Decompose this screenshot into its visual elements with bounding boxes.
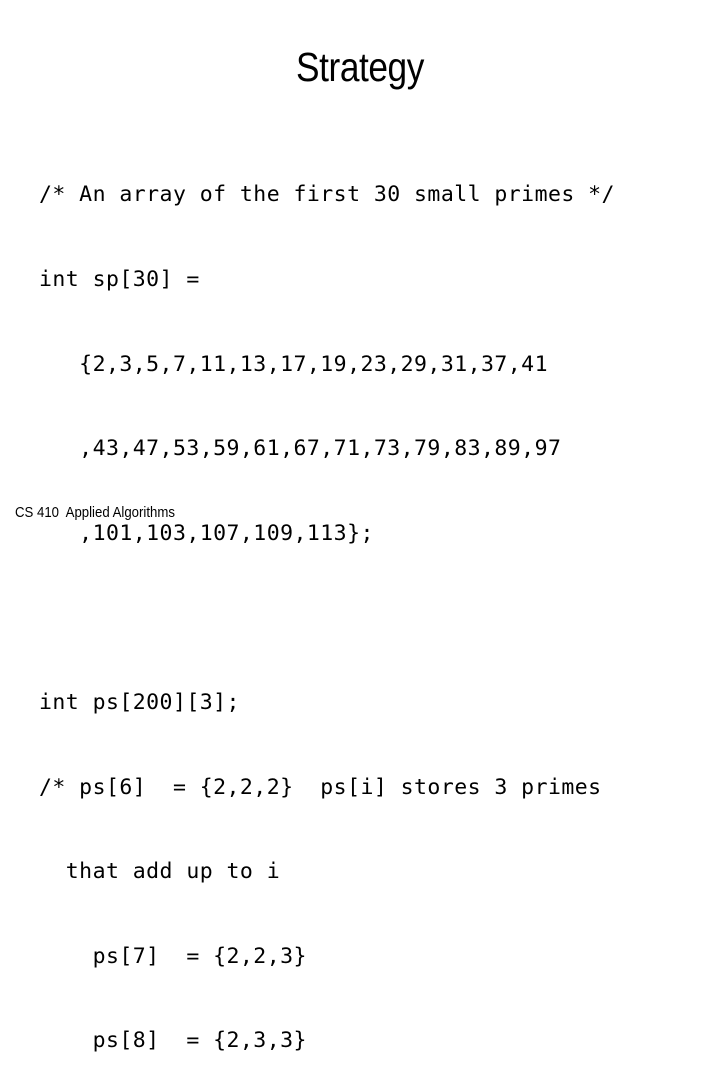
code-line: ps[7] = {2,2,3} [39,943,307,969]
footer-text: CS 410 Applied Algorithms [15,504,175,521]
code-line: ps[8] = {2,3,3} [39,1028,307,1054]
slide: Strategy /* An array of the first 30 sma… [0,0,720,1053]
code-line: /* An array of the first 30 small primes… [39,182,615,208]
code-line: ,101,103,107,109,113}; [39,520,374,546]
page-title: Strategy [296,44,424,90]
code-line: int sp[30] = [39,267,200,292]
code-line: that add up to i [39,859,281,885]
code-line: ,43,47,53,59,61,67,71,73,79,83,89,97 [39,436,562,462]
code-line: {2,3,5,7,11,13,17,19,23,29,31,37,41 [39,351,548,377]
code-line: int ps[200][3]; [39,689,240,715]
code-block: /* An array of the first 30 small primes… [39,125,699,1080]
code-line: /* ps[6] = {2,2,2} ps[i] stores 3 primes [39,774,602,800]
